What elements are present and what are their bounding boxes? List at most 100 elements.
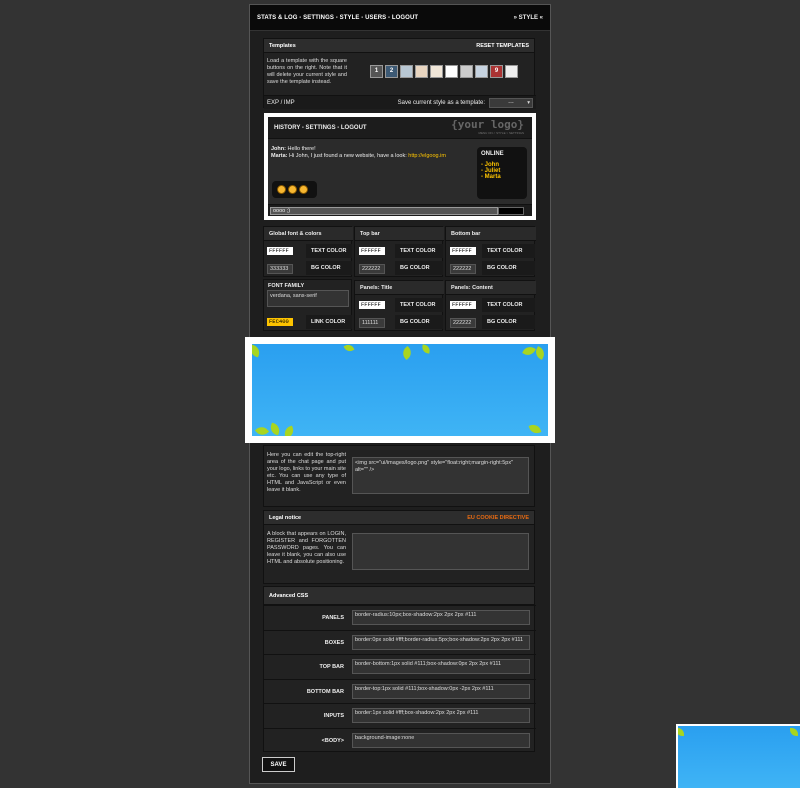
bg-color-label: BG COLOR	[482, 261, 535, 275]
online-user: - Marta	[481, 174, 501, 180]
advanced-css-input[interactable]: border-top:1px solid #111;box-shadow:0px…	[352, 683, 530, 699]
leaf-icon	[522, 344, 536, 358]
template-button[interactable]: 9	[490, 65, 503, 78]
advanced-css-input[interactable]: border-radius:10px;box-shadow:2px 2px 2p…	[352, 610, 530, 625]
template-button[interactable]: 7	[460, 65, 473, 78]
template-button[interactable]: 6	[445, 65, 458, 78]
text-color-label: TEXT COLOR	[306, 244, 352, 258]
bg-color-label: BG COLOR	[306, 261, 352, 275]
leaf-icon	[421, 344, 431, 354]
main-nav[interactable]: STATS & LOG - SETTINGS - STYLE - USERS -…	[257, 15, 418, 21]
save-template-select-value: ---	[508, 99, 514, 106]
template-button[interactable]: 2	[385, 65, 398, 78]
panels-title-bg-color-input[interactable]: 111111	[359, 318, 385, 328]
leaf-icon	[254, 423, 270, 436]
font-family-input[interactable]: verdana, sans-serif	[267, 290, 349, 307]
chevron-down-icon: ▾	[527, 99, 530, 106]
advanced-css-label: BOTTOM BAR	[306, 688, 344, 695]
save-button[interactable]: SAVE	[262, 757, 295, 772]
logo-area-description: Here you can edit the top-right area of …	[267, 452, 346, 493]
smiley-icon[interactable]	[299, 185, 308, 194]
smiley-icon[interactable]	[277, 185, 286, 194]
global-text-color-input[interactable]: FFFFFF	[267, 247, 293, 255]
advanced-header: Advanced CSS	[264, 587, 534, 605]
sky-thumbnail-image	[678, 726, 800, 788]
advanced-css-label: PANELS	[322, 615, 344, 621]
advanced-css-row: BOTTOM BAR border-top:1px solid #111;box-…	[264, 678, 536, 703]
bg-color-label: BG COLOR	[482, 315, 535, 329]
preview-messages: John: Hello there! Marta: Hi John, I jus…	[271, 146, 446, 160]
top-bar-text-color-input[interactable]: FFFFFF	[359, 247, 385, 255]
sky-image	[252, 344, 548, 436]
save-template-label: Save current style as a template:	[397, 99, 485, 106]
sky-banner-overlay	[245, 337, 555, 443]
online-title: ONLINE	[481, 151, 504, 157]
preview-bottom-bar: oooo ;)	[268, 204, 532, 216]
templates-header: Templates RESET TEMPLATES	[264, 39, 534, 53]
leaf-icon	[343, 344, 355, 354]
leaf-icon	[268, 422, 282, 436]
templates-panel: Templates RESET TEMPLATES Load a templat…	[263, 38, 536, 109]
panels-content-bg-color-input[interactable]: 222222	[450, 318, 476, 328]
text-color-label: TEXT COLOR	[395, 244, 443, 258]
template-button[interactable]: 1	[370, 65, 383, 78]
top-bar-bg-color-input[interactable]: 222222	[359, 264, 385, 274]
panels-title-text-color-input[interactable]: FFFFFF	[359, 301, 385, 309]
smiley-icon[interactable]	[288, 185, 297, 194]
leaf-icon	[399, 345, 415, 361]
advanced-css-input[interactable]: border-bottom:1px solid #111;box-shadow:…	[352, 659, 530, 674]
current-section: » STYLE «	[513, 14, 543, 21]
bottom-bar-panel: Bottom bar FFFFFF TEXT COLOR 222222 BG C…	[445, 226, 536, 277]
advanced-css-row: INPUTS border:1px solid #fff;box-shadow:2…	[264, 703, 536, 727]
link-color-input[interactable]: FEC400	[267, 318, 293, 326]
save-template-area: Save current style as a template: --- ▾	[397, 97, 533, 108]
templates-description: Load a template with the square buttons …	[267, 58, 347, 85]
legal-notice-textarea[interactable]	[352, 533, 529, 570]
bg-color-label: BG COLOR	[395, 261, 443, 275]
reset-templates-button[interactable]: RESET TEMPLATES	[476, 43, 529, 49]
leaf-icon	[252, 344, 262, 358]
advanced-css-input[interactable]: border:0px solid #fff;border-radius:5px;…	[352, 634, 530, 650]
panels-title-title: Panels: Title	[355, 281, 444, 295]
legal-title: Legal notice	[269, 514, 302, 521]
advanced-css-row: <BODY> background-image:none	[264, 727, 536, 752]
preview-message: Marta: Hi John, I just found a new websi…	[271, 153, 446, 160]
global-bg-color-input[interactable]: 333333	[267, 264, 293, 274]
message-text: Hi John, I just found a new website, hav…	[289, 153, 407, 159]
bg-color-label: BG COLOR	[395, 315, 443, 329]
panels-content-text-color-input[interactable]: FFFFFF	[450, 301, 476, 309]
top-bar-panel: Top bar FFFFFF TEXT COLOR 222222 BG COLO…	[354, 226, 444, 277]
preview-top-bar: HISTORY - SETTINGS - LOGOUT {your logo} …	[268, 117, 532, 139]
template-button[interactable]: 5	[430, 65, 443, 78]
message-user: Marta:	[271, 153, 288, 159]
template-button[interactable]: 4	[415, 65, 428, 78]
advanced-css-label: BOXES	[324, 639, 344, 646]
save-template-select[interactable]: --- ▾	[489, 97, 533, 108]
bottom-bar-text-color-input[interactable]: FFFFFF	[450, 247, 476, 255]
bottom-bar-title: Bottom bar	[446, 227, 536, 241]
preview-logo: {your logo}	[451, 118, 524, 131]
bottom-bar-bg-color-input[interactable]: 222222	[450, 264, 476, 274]
preview-nav: HISTORY - SETTINGS - LOGOUT	[274, 125, 367, 131]
text-color-label: TEXT COLOR	[482, 298, 535, 312]
message-user: John:	[271, 146, 286, 152]
message-link[interactable]: http://elgoog.im	[408, 153, 446, 159]
message-text: Hello there!	[287, 146, 316, 152]
legal-description: A block that appears on LOGIN, REGISTER …	[267, 531, 346, 565]
logo-html-textarea[interactable]: <img src="ui/images/logo.png" style="flo…	[352, 457, 529, 494]
template-button[interactable]: 3	[400, 65, 413, 78]
online-list: - John - Juliet - Marta	[481, 162, 523, 180]
export-import-link[interactable]: EXP / IMP	[267, 100, 295, 106]
template-button[interactable]: 10	[505, 65, 518, 78]
legal-notice-panel: Legal notice EU COOKIE DIRECTIVE A block…	[263, 510, 535, 584]
font-link-panel: FONT FAMILY verdana, sans-serif FEC400 L…	[263, 279, 352, 331]
advanced-css-input[interactable]: border:1px solid #fff;box-shadow:2px 2px…	[352, 708, 530, 723]
eu-cookie-directive-link[interactable]: EU COOKIE DIRECTIVE	[467, 515, 529, 521]
advanced-css-input[interactable]: background-image:none	[352, 732, 530, 748]
panels-title-panel: Panels: Title FFFFFF TEXT COLOR 111111 B…	[354, 280, 444, 331]
template-button[interactable]: 8	[475, 65, 488, 78]
preview-online-box: ONLINE - John - Juliet - Marta	[477, 147, 527, 199]
preview-logo-sub: MENU ON < STYLE > SETTINGS	[478, 131, 524, 135]
text-color-label: TEXT COLOR	[395, 298, 443, 312]
style-preview: HISTORY - SETTINGS - LOGOUT {your logo} …	[264, 113, 536, 220]
